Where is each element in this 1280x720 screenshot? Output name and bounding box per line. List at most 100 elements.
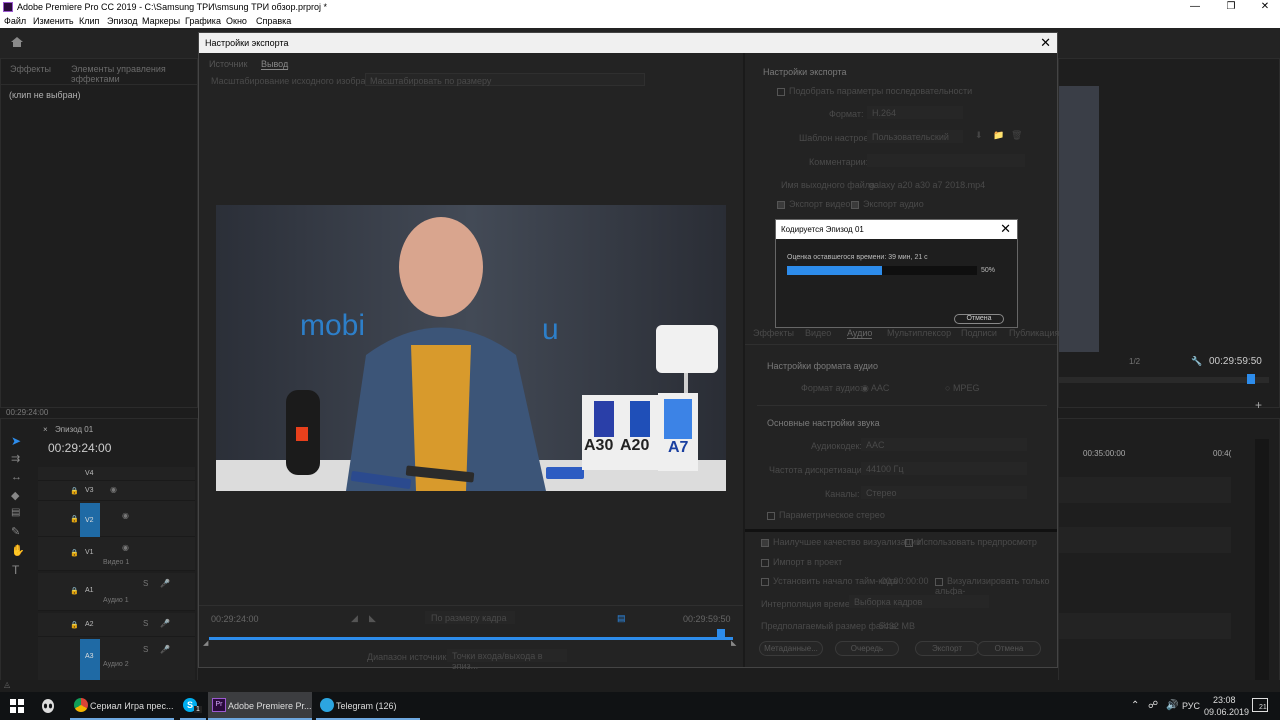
selection-tool-icon[interactable]: ➤ — [11, 434, 21, 448]
param-stereo-checkbox[interactable]: Параметрическое стерео — [767, 510, 885, 520]
preset-select[interactable]: Пользовательский — [867, 130, 963, 143]
lock-icon[interactable]: 🔒 — [70, 549, 79, 557]
checkbox[interactable] — [905, 538, 913, 547]
tab-publish[interactable]: Публикация — [1009, 328, 1059, 338]
aspect-icon[interactable]: ▤ — [617, 613, 626, 624]
radio-aac[interactable]: ◉ AAC — [861, 383, 889, 394]
taskbar-telegram[interactable]: Telegram (126) — [316, 692, 420, 720]
taskbar-premiere[interactable]: Pr Adobe Premiere Pr... — [208, 692, 312, 720]
checkbox[interactable] — [761, 538, 769, 547]
queue-button[interactable]: Очередь — [835, 641, 899, 656]
time-interp-select[interactable]: Выборка кадров — [849, 595, 989, 608]
tab-effects[interactable]: Эффекты — [10, 64, 51, 74]
mic-icon[interactable]: 🎤 — [160, 619, 170, 628]
channels-select[interactable]: Стерео — [861, 486, 1027, 499]
program-scrubber[interactable] — [1059, 377, 1269, 383]
use-preview-checkbox[interactable]: Использовать предпросмотр — [905, 537, 1037, 547]
sample-rate-select[interactable]: 44100 Гц — [861, 462, 1027, 475]
track-select-icon[interactable]: ⇉ — [11, 452, 20, 465]
codec-select[interactable]: AAC — [861, 438, 1027, 451]
checkbox[interactable] — [767, 511, 775, 520]
menu-window[interactable]: Окно — [226, 16, 247, 26]
import-project-checkbox[interactable]: Импорт в проект — [761, 557, 842, 567]
taskbar-chrome[interactable]: Сериал Игра прес... — [70, 692, 174, 720]
checkbox[interactable] — [777, 87, 785, 96]
start-tc-value[interactable]: 00:00:00:00 — [881, 576, 929, 586]
ripple-edit-icon[interactable]: ↔ — [11, 471, 22, 483]
checkbox[interactable] — [935, 577, 943, 586]
menu-file[interactable]: Файл — [4, 16, 26, 26]
checkbox[interactable] — [761, 577, 769, 586]
tab-captions[interactable]: Подписи — [961, 328, 997, 338]
comments-input[interactable] — [867, 154, 1025, 167]
alien-app-icon[interactable] — [40, 698, 56, 714]
zoom-select[interactable]: 1/2 — [1129, 357, 1140, 366]
mark-out-icon[interactable]: ◣ — [369, 613, 376, 624]
wrench-icon[interactable]: 🔧 — [1191, 356, 1202, 367]
solo-icon[interactable]: S — [143, 579, 148, 588]
delete-preset-icon[interactable]: 🗑 — [1011, 130, 1022, 141]
close-icon[interactable]: ✕ — [1000, 221, 1011, 237]
max-quality-checkbox[interactable]: Наилучшее качество визуализации — [761, 537, 921, 547]
menu-edit[interactable]: Изменить — [33, 16, 74, 26]
lock-icon[interactable]: 🔒 — [70, 587, 79, 595]
maximize-icon[interactable]: ❐ — [1214, 0, 1248, 15]
export-audio-checkbox[interactable]: Экспорт аудио — [851, 199, 924, 209]
add-icon[interactable]: + — [1255, 398, 1262, 412]
scaling-select[interactable]: Масштабировать по размеру — [365, 73, 645, 86]
checkbox[interactable] — [777, 200, 785, 209]
menu-clip[interactable]: Клип — [79, 16, 99, 26]
in-point-icon[interactable]: ◢ — [203, 639, 208, 647]
export-button[interactable]: Экспорт — [915, 641, 979, 656]
tray-chevron-icon[interactable]: ⌃ — [1131, 700, 1139, 711]
tab-effects[interactable]: Эффекты — [753, 328, 794, 338]
home-icon[interactable] — [10, 36, 24, 48]
volume-icon[interactable]: 🔊 — [1166, 700, 1178, 711]
minimize-icon[interactable]: — — [1178, 0, 1212, 15]
cancel-button[interactable]: Отмена — [977, 641, 1041, 656]
export-range-bar[interactable] — [209, 637, 733, 640]
taskbar-skype[interactable]: S 1 — [180, 692, 206, 720]
clock-date[interactable]: 09.06.2019 — [1204, 707, 1249, 717]
match-sequence-checkbox[interactable]: Подобрать параметры последовательности — [777, 86, 972, 96]
menu-markers[interactable]: Маркеры — [142, 16, 180, 26]
radio-mpeg[interactable]: ○ MPEG — [945, 383, 979, 393]
notification-icon[interactable]: 21 — [1252, 698, 1268, 712]
format-select[interactable]: H.264 — [867, 106, 963, 119]
language-indicator[interactable]: РУС — [1182, 701, 1200, 711]
close-icon[interactable]: ✕ — [1040, 35, 1051, 51]
mark-in-icon[interactable]: ◢ — [351, 613, 358, 624]
encoding-cancel-button[interactable]: Отмена — [954, 314, 1004, 324]
eye-icon[interactable]: ◉ — [110, 485, 117, 494]
fit-select[interactable]: По размеру кадра — [425, 611, 515, 624]
hand-icon[interactable]: ✋ — [11, 544, 25, 557]
tab-multiplexer[interactable]: Мультиплексор — [887, 328, 951, 338]
timeline-timecode[interactable]: 00:29:24:00 — [48, 441, 111, 455]
range-select[interactable]: Точки входа/выхода в эпиз... — [447, 649, 567, 671]
solo-icon[interactable]: S — [143, 645, 148, 654]
render-alpha-checkbox[interactable]: Визуализировать только альфа- — [935, 576, 1057, 596]
razor-icon[interactable]: ◆ — [11, 489, 19, 502]
tab-video[interactable]: Видео — [805, 328, 831, 338]
slip-icon[interactable]: ▤ — [11, 507, 20, 518]
start-tc-checkbox[interactable]: Установить начало тайм-кода — [761, 576, 897, 586]
clock-time[interactable]: 23:08 — [1213, 695, 1236, 705]
tab-output[interactable]: Вывод — [261, 59, 289, 70]
import-preset-icon[interactable]: 📁 — [993, 130, 1004, 141]
checkbox[interactable] — [761, 558, 769, 567]
status-icon[interactable]: ◬ — [4, 680, 10, 689]
menu-sequence[interactable]: Эпизод — [107, 16, 137, 26]
save-preset-icon[interactable]: ⬇ — [975, 130, 983, 141]
out-point-icon[interactable]: ◣ — [731, 639, 736, 647]
windows-start-icon[interactable] — [10, 699, 24, 715]
playhead[interactable] — [1247, 374, 1255, 384]
tab-sequence[interactable]: Эпизод 01 — [55, 425, 93, 434]
close-icon[interactable]: × — [43, 425, 48, 434]
mic-icon[interactable]: 🎤 — [160, 645, 170, 654]
menu-help[interactable]: Справка — [256, 16, 291, 26]
mic-icon[interactable]: 🎤 — [160, 579, 170, 588]
network-icon[interactable]: ☍ — [1148, 700, 1158, 711]
output-name-link[interactable]: galaxy a20 a30 a7 2018.mp4 — [869, 180, 985, 190]
solo-icon[interactable]: S — [143, 619, 148, 628]
tab-audio[interactable]: Аудио — [847, 328, 873, 339]
